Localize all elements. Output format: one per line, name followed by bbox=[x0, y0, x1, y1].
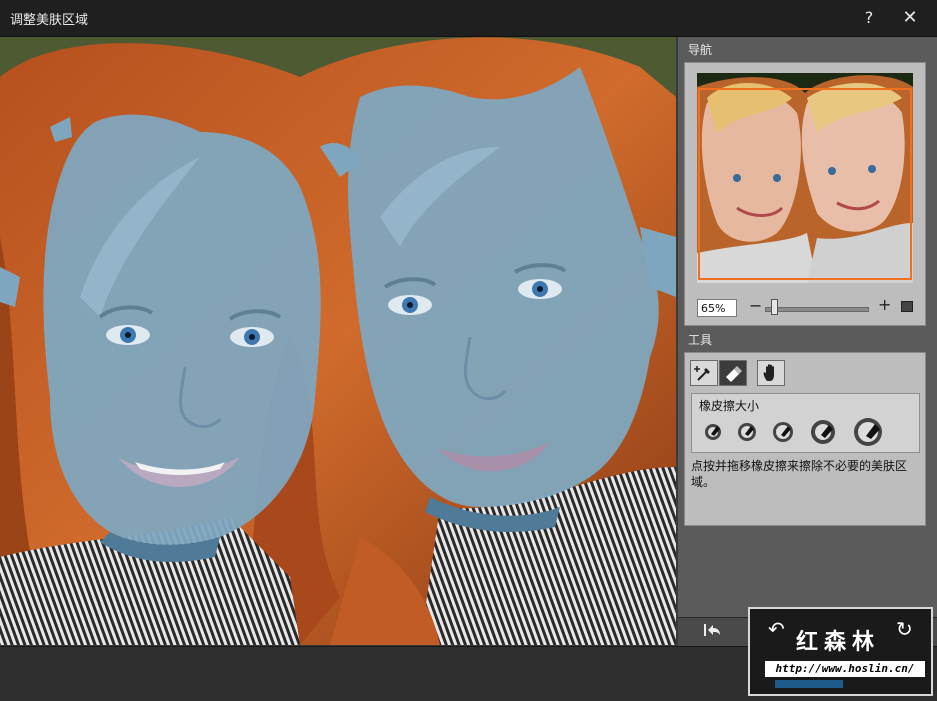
fit-screen-icon[interactable] bbox=[901, 301, 913, 312]
eraser-size-icon bbox=[811, 420, 835, 444]
eraser-size-group: 橡皮擦大小 bbox=[691, 393, 920, 453]
eraser-size-1-button[interactable] bbox=[702, 420, 724, 446]
zoom-out-button[interactable]: − bbox=[749, 296, 762, 315]
tools-box: 橡皮擦大小 点按并拖移橡皮擦来擦除不必要的美肤区域。 bbox=[684, 352, 926, 526]
brush-tool-button[interactable] bbox=[690, 360, 718, 386]
eraser-size-3-button[interactable] bbox=[770, 418, 796, 448]
navigator-label: 导航 bbox=[688, 43, 713, 57]
photo-image bbox=[0, 37, 676, 645]
thumbnail-image bbox=[697, 73, 913, 283]
tools-label: 工具 bbox=[688, 333, 713, 347]
eraser-size-2-button[interactable] bbox=[735, 419, 759, 447]
eraser-size-5-button[interactable] bbox=[852, 413, 886, 451]
side-panel: 导航 65% − + 工具 橡皮擦大小 点按并拖移橡皮擦来擦除不必要的美肤区域。 bbox=[678, 37, 937, 646]
eraser-size-icon bbox=[854, 418, 882, 446]
hand-icon bbox=[763, 364, 774, 381]
navigator-thumbnail[interactable] bbox=[697, 73, 913, 283]
photo-canvas[interactable] bbox=[0, 37, 676, 645]
watermark-brand: 红森林 bbox=[796, 630, 881, 655]
undo-icon: ↶ bbox=[768, 617, 785, 641]
zoom-slider-handle[interactable] bbox=[770, 299, 778, 315]
eraser-icon bbox=[726, 366, 742, 382]
tool-help-text: 点按并拖移橡皮擦来擦除不必要的美肤区域。 bbox=[691, 459, 908, 489]
watermark-url: http://www.hoslin.cn/ bbox=[765, 661, 925, 677]
brush-plus-icon bbox=[694, 366, 710, 381]
eraser-size-label: 橡皮擦大小 bbox=[699, 399, 760, 413]
title-bar: 调整美肤区域 ? ✕ bbox=[0, 0, 937, 37]
watermark-bar bbox=[775, 680, 843, 688]
undo-all-button[interactable] bbox=[700, 621, 724, 643]
eraser-size-icon bbox=[738, 423, 756, 441]
eraser-size-4-button[interactable] bbox=[809, 416, 838, 449]
eraser-size-icon bbox=[773, 422, 793, 442]
watermark-logo: ↶ 红森林 ↻ http://www.hoslin.cn/ bbox=[748, 607, 933, 696]
dialog-title: 调整美肤区域 bbox=[10, 13, 89, 28]
help-button[interactable]: ? bbox=[856, 6, 882, 30]
dialog-window: 调整美肤区域 ? ✕ 导航 65% − + 工具 橡皮擦大小 点按并拖移橡皮擦来… bbox=[0, 0, 937, 701]
eraser-size-icon bbox=[705, 424, 721, 440]
zoom-value-field[interactable]: 65% bbox=[697, 299, 737, 317]
zoom-in-button[interactable]: + bbox=[878, 295, 891, 314]
zoom-slider-track[interactable] bbox=[765, 307, 869, 312]
navigator-box: 65% − + bbox=[684, 62, 926, 326]
eraser-tool-button[interactable] bbox=[719, 360, 747, 386]
redo-icon: ↻ bbox=[896, 617, 913, 641]
hand-tool-button[interactable] bbox=[757, 360, 785, 386]
close-button[interactable]: ✕ bbox=[897, 6, 923, 30]
undo-icon bbox=[704, 624, 720, 636]
